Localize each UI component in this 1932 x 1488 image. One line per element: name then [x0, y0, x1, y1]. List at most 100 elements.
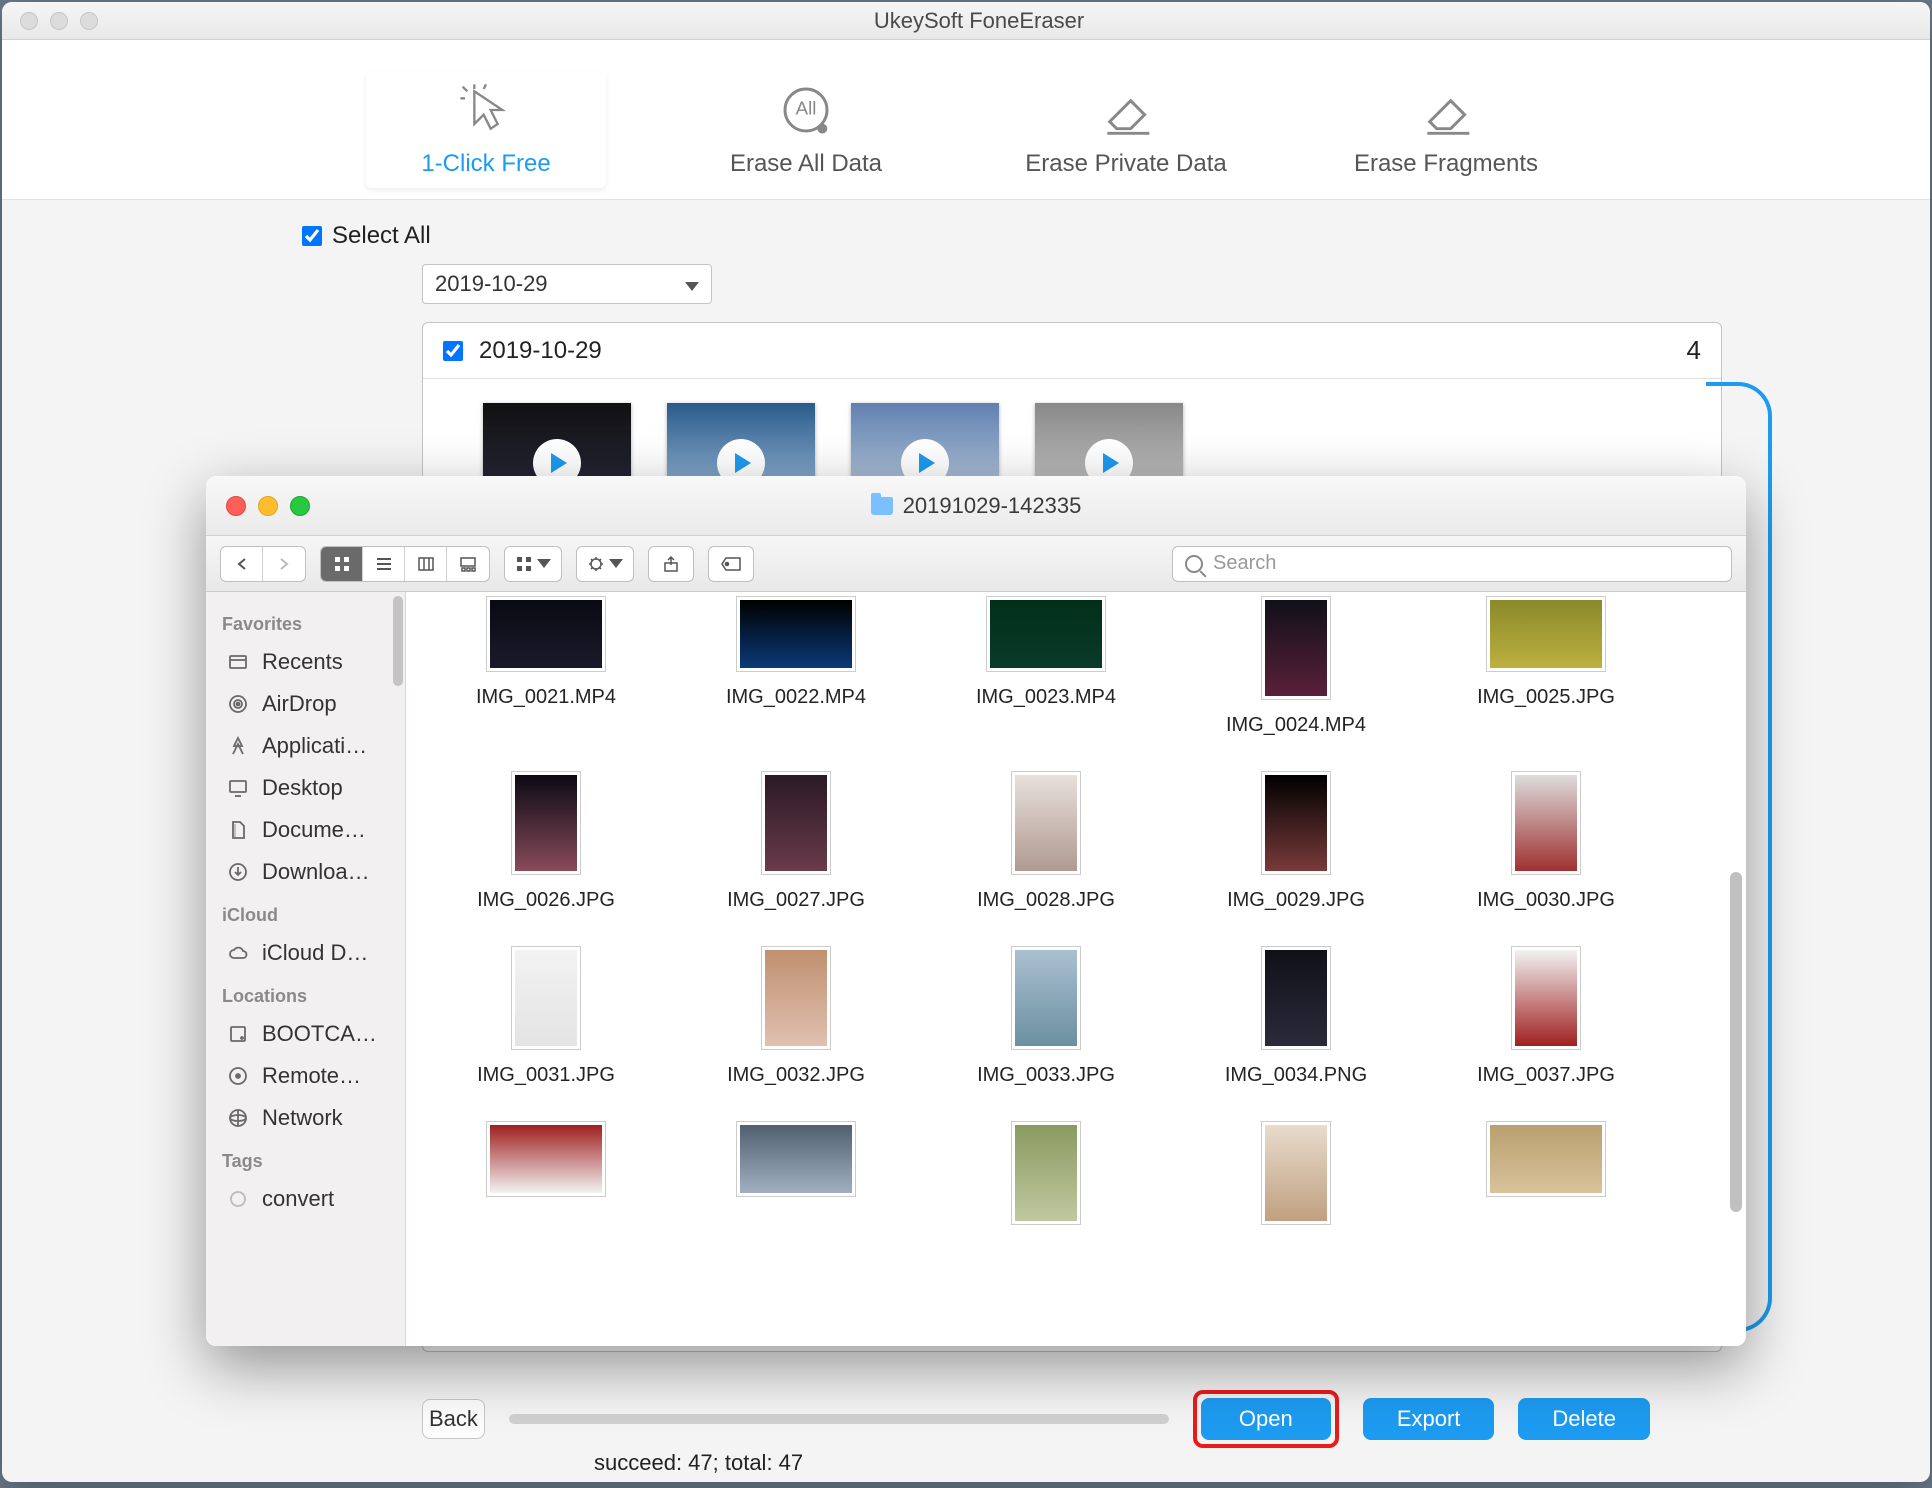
finder-titlebar: 20191029-142335: [206, 476, 1746, 536]
minimize-button[interactable]: [258, 496, 278, 516]
status-text: succeed: 47; total: 47: [594, 1450, 803, 1476]
file-item[interactable]: IMG_0027.JPG: [696, 771, 896, 912]
view-icon-button[interactable]: [321, 547, 363, 581]
finder-folder-name: 20191029-142335: [903, 493, 1082, 519]
file-thumb: [1011, 771, 1081, 875]
close-button[interactable]: [226, 496, 246, 516]
sidebar-item-documents[interactable]: Docume…: [206, 809, 405, 851]
finder-window: 20191029-142335 Search Favorites Recents…: [206, 476, 1746, 1346]
search-icon: [1185, 555, 1203, 573]
file-item[interactable]: IMG_0031.JPG: [446, 946, 646, 1087]
sidebar-item-remote[interactable]: Remote…: [206, 1055, 405, 1097]
downloads-icon: [226, 860, 250, 884]
file-item[interactable]: IMG_0026.JPG: [446, 771, 646, 912]
date-dropdown[interactable]: 2019-10-29: [422, 264, 712, 304]
sidebar-item-downloads[interactable]: Downloa…: [206, 851, 405, 893]
sidebar-item-label: Remote…: [262, 1063, 361, 1089]
tab-label: 1-Click Free: [421, 150, 550, 178]
share-button[interactable]: [648, 546, 694, 582]
file-name: IMG_0032.JPG: [727, 1064, 865, 1087]
sidebar-section-favorites: Favorites: [206, 602, 405, 641]
file-name: IMG_0031.JPG: [477, 1064, 615, 1087]
sidebar-item-label: Network: [262, 1105, 343, 1131]
file-item[interactable]: IMG_0025.JPG: [1446, 596, 1646, 737]
nav-forward-button[interactable]: [263, 547, 305, 581]
sidebar-item-label: Docume…: [262, 817, 366, 843]
export-button[interactable]: Export: [1363, 1398, 1495, 1440]
network-icon: [226, 1106, 250, 1130]
sidebar-item-label: BOOTCA…: [262, 1021, 377, 1047]
finder-traffic-lights: [226, 496, 310, 516]
sidebar-item-label: AirDrop: [262, 691, 337, 717]
file-thumb: [1486, 596, 1606, 672]
file-item[interactable]: [946, 1121, 1146, 1239]
file-pane-scrollbar[interactable]: [1730, 872, 1742, 1212]
tab-erase-fragments[interactable]: Erase Fragments: [1326, 82, 1566, 178]
airdrop-icon: [226, 692, 250, 716]
delete-label: Delete: [1552, 1406, 1616, 1432]
sidebar-scrollbar[interactable]: [393, 596, 403, 686]
file-name: IMG_0028.JPG: [977, 889, 1115, 912]
select-all-checkbox[interactable]: [302, 226, 322, 246]
traffic-dot[interactable]: [80, 12, 98, 30]
file-item[interactable]: IMG_0022.MP4: [696, 596, 896, 737]
delete-button[interactable]: Delete: [1518, 1398, 1650, 1440]
sidebar-item-recents[interactable]: Recents: [206, 641, 405, 683]
app-titlebar: UkeySoft FoneEraser: [2, 2, 1930, 40]
file-item[interactable]: IMG_0033.JPG: [946, 946, 1146, 1087]
sidebar-item-cloud[interactable]: iCloud D…: [206, 932, 405, 974]
open-button[interactable]: Open: [1201, 1398, 1331, 1440]
sidebar-item-label: convert: [262, 1186, 334, 1212]
file-item[interactable]: IMG_0021.MP4: [446, 596, 646, 737]
file-item[interactable]: [1196, 1121, 1396, 1239]
sidebar-item-apps[interactable]: Applicati…: [206, 725, 405, 767]
file-name: IMG_0023.MP4: [976, 686, 1116, 709]
file-item[interactable]: [446, 1121, 646, 1239]
action-button[interactable]: [576, 546, 634, 582]
select-all-row: Select All: [122, 202, 1810, 258]
traffic-dot[interactable]: [50, 12, 68, 30]
back-button[interactable]: Back: [422, 1399, 485, 1439]
sidebar-item-label: Applicati…: [262, 733, 367, 759]
file-item[interactable]: IMG_0029.JPG: [1196, 771, 1396, 912]
file-item[interactable]: IMG_0037.JPG: [1446, 946, 1646, 1087]
tab-erase-private-data[interactable]: Erase Private Data: [1006, 82, 1246, 178]
file-item[interactable]: IMG_0024.MP4: [1196, 596, 1396, 737]
traffic-dot[interactable]: [20, 12, 38, 30]
view-column-button[interactable]: [405, 547, 447, 581]
tab-erase-all-data[interactable]: All Erase All Data: [686, 82, 926, 178]
file-item[interactable]: IMG_0034.PNG: [1196, 946, 1396, 1087]
file-item[interactable]: IMG_0028.JPG: [946, 771, 1146, 912]
file-thumb: [1261, 946, 1331, 1050]
search-input[interactable]: Search: [1172, 546, 1732, 582]
group-by-button[interactable]: [504, 546, 562, 582]
file-name: IMG_0034.PNG: [1225, 1064, 1367, 1087]
view-gallery-button[interactable]: [447, 547, 489, 581]
file-item[interactable]: [696, 1121, 896, 1239]
maximize-button[interactable]: [290, 496, 310, 516]
sidebar-item-tag[interactable]: convert: [206, 1178, 405, 1220]
file-item[interactable]: IMG_0030.JPG: [1446, 771, 1646, 912]
group-checkbox[interactable]: [443, 341, 463, 361]
file-item[interactable]: IMG_0032.JPG: [696, 946, 896, 1087]
sidebar-item-network[interactable]: Network: [206, 1097, 405, 1139]
tag-button[interactable]: [708, 546, 754, 582]
file-pane[interactable]: IMG_0021.MP4 IMG_0022.MP4 IMG_0023.MP4 IMG_…: [406, 592, 1746, 1346]
tab-1-click-free[interactable]: 1-Click Free: [366, 72, 606, 188]
file-name: IMG_0033.JPG: [977, 1064, 1115, 1087]
file-item[interactable]: [1446, 1121, 1646, 1239]
tab-label: Erase Fragments: [1354, 150, 1538, 178]
file-item[interactable]: IMG_0023.MP4: [946, 596, 1146, 737]
sidebar-item-airdrop[interactable]: AirDrop: [206, 683, 405, 725]
sidebar-item-desktop[interactable]: Desktop: [206, 767, 405, 809]
chevron-down-icon: [609, 555, 623, 573]
view-list-button[interactable]: [363, 547, 405, 581]
file-name: IMG_0029.JPG: [1227, 889, 1365, 912]
nav-back-button[interactable]: [221, 547, 263, 581]
file-name: IMG_0021.MP4: [476, 686, 616, 709]
sidebar-item-disk[interactable]: BOOTCA…: [206, 1013, 405, 1055]
file-thumb: [1011, 946, 1081, 1050]
tab-label: Erase All Data: [730, 150, 882, 178]
file-grid: IMG_0021.MP4 IMG_0022.MP4 IMG_0023.MP4 IMG_…: [446, 596, 1726, 1239]
sidebar-section-icloud: iCloud: [206, 893, 405, 932]
